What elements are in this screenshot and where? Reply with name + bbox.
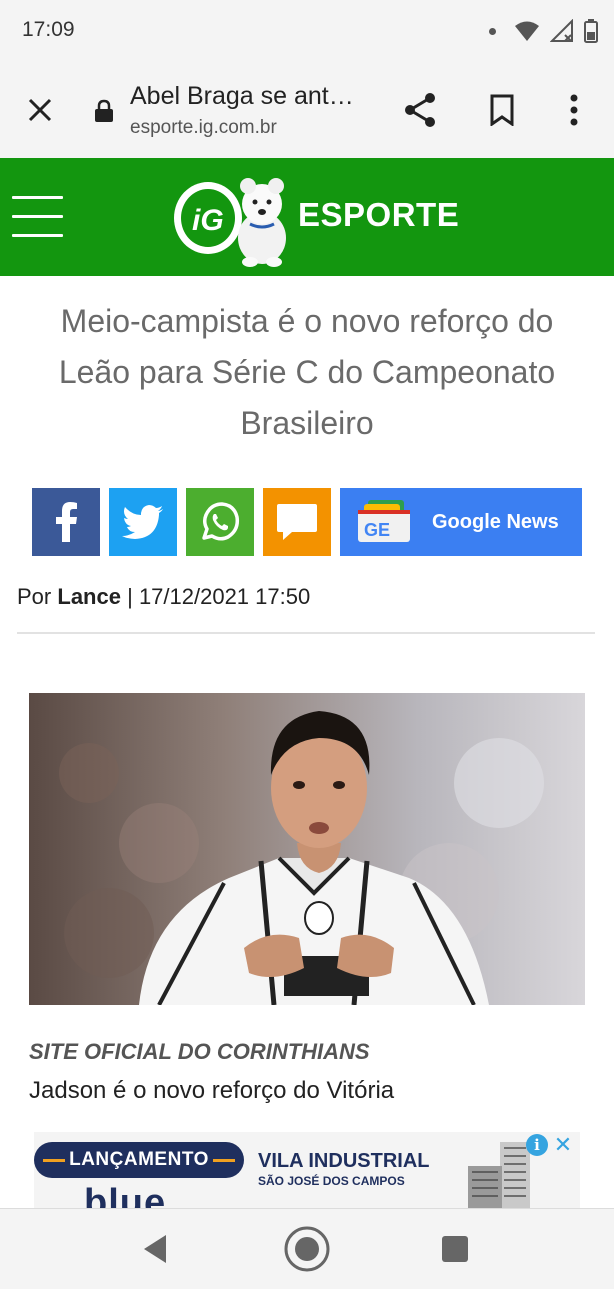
ad-subtitle: SÃO JOSÉ DOS CAMPOS bbox=[258, 1174, 405, 1188]
byline-divider bbox=[17, 632, 595, 634]
system-nav-bar bbox=[0, 1208, 614, 1289]
notification-dot-icon bbox=[489, 27, 496, 35]
cell-signal-icon bbox=[550, 19, 573, 42]
ad-banner[interactable]: LANÇAMENTO VILA INDUSTRIAL SÃO JOSÉ DOS … bbox=[34, 1132, 580, 1208]
whatsapp-icon bbox=[202, 502, 240, 541]
article-headline: Meio-campista é o novo reforço do Leão p… bbox=[58, 303, 556, 441]
share-button[interactable] bbox=[394, 84, 446, 136]
bookmark-icon bbox=[490, 94, 514, 126]
byline-separator: | bbox=[127, 584, 133, 609]
section-label[interactable]: ESPORTE bbox=[298, 196, 459, 234]
hamburger-menu-button[interactable] bbox=[12, 196, 64, 238]
ig-dog-logo-icon: iG bbox=[174, 178, 286, 267]
ad-info-icon[interactable]: i bbox=[526, 1134, 548, 1156]
facebook-icon bbox=[56, 502, 77, 542]
google-news-label: Google News bbox=[432, 510, 559, 533]
browser-toolbar: Abel Braga se ant… esporte.ig.com.br bbox=[0, 62, 614, 158]
bookmark-button[interactable] bbox=[476, 84, 528, 136]
ad-tag-bar-right bbox=[212, 1158, 235, 1162]
comment-icon bbox=[277, 504, 317, 540]
hamburger-line bbox=[12, 215, 63, 218]
status-icons bbox=[489, 14, 598, 48]
recent-apps-icon[interactable] bbox=[442, 1236, 468, 1262]
byline-author[interactable]: Lance bbox=[57, 584, 121, 609]
ad-title: VILA INDUSTRIAL bbox=[258, 1150, 430, 1172]
byline-datetime: 17/12/2021 17:50 bbox=[138, 584, 311, 609]
hamburger-line bbox=[12, 196, 63, 199]
twitter-icon bbox=[122, 505, 163, 539]
share-comment-button[interactable] bbox=[263, 488, 331, 556]
photo-credit: SITE OFICIAL DO CORINTHIANS bbox=[29, 1039, 370, 1064]
page-title: Abel Braga se ant… bbox=[130, 82, 354, 110]
more-vert-icon bbox=[570, 94, 578, 126]
share-facebook-button[interactable] bbox=[32, 488, 100, 556]
google-news-button[interactable]: GE Google News bbox=[340, 488, 582, 556]
photo-caption: Jadson é o novo reforço do Vitória bbox=[29, 1077, 395, 1104]
overflow-menu-button[interactable] bbox=[548, 84, 600, 136]
status-bar: 17:09 bbox=[0, 0, 614, 62]
battery-icon bbox=[584, 19, 598, 43]
article-byline: Por Lance | 17/12/2021 17:50 bbox=[17, 584, 310, 610]
share-icon bbox=[405, 93, 435, 127]
wifi-icon bbox=[515, 21, 539, 41]
ad-tag-text: LANÇAMENTO bbox=[69, 1149, 209, 1170]
hamburger-line bbox=[12, 234, 63, 237]
back-icon[interactable] bbox=[140, 1233, 170, 1265]
player-photo-image bbox=[29, 693, 585, 1005]
status-time: 17:09 bbox=[22, 18, 75, 41]
ad-tag-bar-left bbox=[43, 1158, 66, 1162]
page-domain: esporte.ig.com.br bbox=[130, 117, 277, 138]
close-icon bbox=[28, 98, 52, 122]
ad-close-icon[interactable]: ✕ bbox=[552, 1134, 574, 1156]
byline-prefix: Por bbox=[17, 584, 52, 609]
share-twitter-button[interactable] bbox=[109, 488, 177, 556]
ig-logo[interactable]: iG bbox=[170, 168, 290, 268]
google-news-icon: GE bbox=[358, 500, 410, 542]
ig-logo-text: iG bbox=[192, 204, 224, 237]
home-icon[interactable] bbox=[283, 1225, 331, 1273]
share-buttons bbox=[32, 488, 331, 556]
site-header: iG ESPORTE bbox=[0, 158, 614, 276]
ad-tag: LANÇAMENTO bbox=[34, 1142, 244, 1178]
article-photo[interactable] bbox=[29, 693, 585, 1005]
share-whatsapp-button[interactable] bbox=[186, 488, 254, 556]
close-tab-button[interactable] bbox=[14, 84, 66, 136]
lock-icon bbox=[95, 99, 113, 122]
google-news-icon-text: GE bbox=[364, 520, 390, 540]
ad-brand: blue bbox=[84, 1182, 167, 1208]
